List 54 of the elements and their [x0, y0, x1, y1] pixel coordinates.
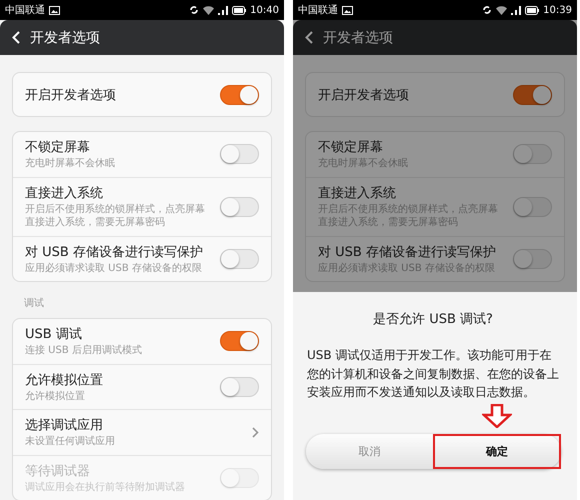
setting-title: 不锁定屏幕 [25, 139, 91, 156]
dialog-button[interactable]: 确定 [433, 434, 560, 469]
toggle-switch[interactable] [220, 84, 259, 104]
dialog-message: USB 调试仅适用于开发工作。该功能可用于在您的计算机和设备之间复制数据、在您的设备上安装应用而不发送通知以及读取日志数据。 [307, 347, 559, 402]
setting-description: 未设置任何调试应用 [25, 435, 116, 448]
toggle-switch[interactable] [513, 248, 552, 269]
toggle-switch[interactable] [220, 248, 259, 269]
setting-title: 对 USB 存储设备进行读写保护 [318, 244, 497, 260]
setting-description: 应用必须请求读取 USB 存储设备的权限 [318, 262, 496, 275]
setting-title: 开启开发者选项 [318, 86, 410, 104]
back-icon[interactable] [12, 31, 20, 44]
setting-description: 充电时屏幕不会休眠 [25, 157, 116, 170]
setting-title: 开启开发者选项 [25, 86, 117, 104]
clock-time: 10:40 [250, 4, 279, 16]
battery-icon [232, 6, 246, 14]
toggle-switch[interactable] [513, 196, 552, 216]
signal-icon [511, 6, 522, 14]
setting-title: 对 USB 存储设备进行读写保护 [25, 244, 204, 260]
signal-icon [218, 6, 228, 14]
screen-title: 开发者选项 [323, 28, 393, 46]
setting-description: 允许模拟位置 [25, 390, 86, 403]
setting-description: 开启后不使用系统的锁屏样式，点亮屏幕直接进入系统，需要无屏幕密码 [318, 202, 499, 230]
sync-icon [482, 5, 492, 15]
setting-title: 允许模拟位置 [25, 372, 104, 388]
setting-description: 应用必须请求读取 USB 存储设备的权限 [25, 262, 203, 275]
dialog-title: 是否允许 USB 调试? [373, 311, 493, 328]
carrier-name: 中国联通 [298, 4, 338, 17]
image-icon [49, 6, 60, 14]
wifi-icon [496, 6, 508, 14]
toggle-switch[interactable] [220, 144, 259, 164]
back-icon[interactable] [305, 31, 313, 44]
toggle-switch[interactable] [513, 84, 552, 104]
setting-description: 开启后不使用系统的锁屏样式，点亮屏幕直接进入系统，需要无屏幕密码 [25, 202, 206, 230]
setting-title: 直接进入系统 [318, 184, 397, 202]
setting-title: 等待调试器 [25, 462, 91, 480]
sync-icon [189, 5, 200, 15]
setting-description: 连接 USB 后启用调试模式 [25, 344, 143, 358]
wifi-icon [203, 6, 214, 14]
toggle-switch[interactable] [220, 331, 259, 352]
toggle-switch[interactable] [220, 196, 259, 216]
setting-title: 选择调试应用 [25, 417, 104, 434]
toggle-switch[interactable] [220, 376, 259, 397]
battery-icon [525, 6, 540, 14]
setting-title: 不锁定屏幕 [318, 139, 384, 156]
clock-time: 10:39 [543, 4, 572, 16]
down-arrow-icon [482, 404, 512, 428]
image-icon [342, 6, 353, 14]
setting-description: 充电时屏幕不会休眠 [318, 157, 409, 170]
carrier-name: 中国联通 [5, 4, 45, 17]
screen-title: 开发者选项 [30, 28, 100, 46]
setting-title: USB 调试 [25, 326, 83, 343]
section-label: 调试 [23, 296, 45, 311]
setting-title: 直接进入系统 [25, 184, 104, 202]
toggle-switch[interactable] [513, 144, 552, 164]
